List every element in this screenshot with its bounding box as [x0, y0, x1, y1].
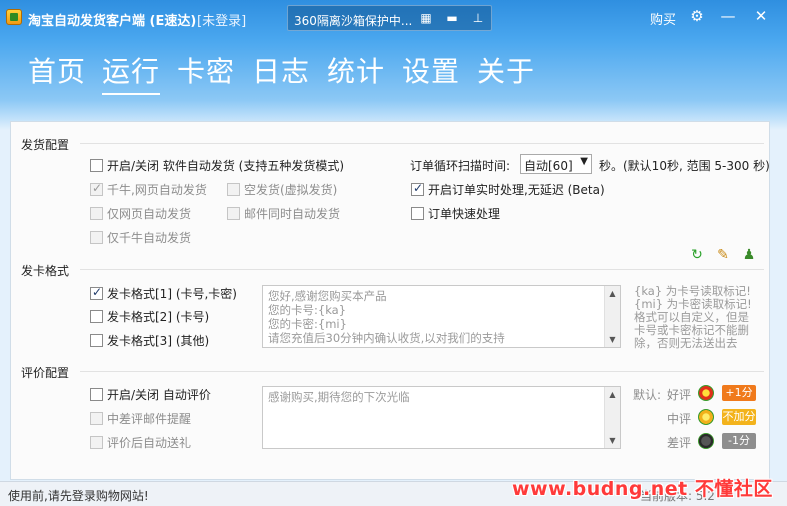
- scroll-up-icon[interactable]: ▲: [605, 286, 620, 301]
- nav-home[interactable]: 首页: [28, 53, 86, 91]
- checkbox[interactable]: [411, 207, 424, 220]
- nav-stats[interactable]: 统计: [327, 53, 385, 91]
- good-badge: +1分: [722, 385, 756, 401]
- gear-icon[interactable]: ⚙: [687, 6, 707, 26]
- nav-log[interactable]: 日志: [252, 53, 310, 91]
- format2-checkbox[interactable]: 发卡格式[2] (卡号): [90, 308, 209, 325]
- title-bar: 淘宝自动发货客户端 (E速达) [未登录] 360隔离沙箱保护中... ▦ ▬ …: [0, 0, 787, 34]
- checkbox[interactable]: [227, 207, 240, 220]
- sandbox-ticker: 360隔离沙箱保护中... ▦ ▬ ⊥: [287, 5, 492, 31]
- section-divider: [80, 371, 764, 372]
- empty-ship-checkbox[interactable]: 空发货(虚拟发货): [227, 181, 337, 198]
- scrollbar[interactable]: ▲ ▼: [604, 286, 620, 347]
- good-flower-icon[interactable]: [698, 385, 714, 401]
- section-divider: [80, 143, 764, 144]
- scroll-down-icon[interactable]: ▼: [605, 332, 620, 347]
- fast-process-checkbox[interactable]: 订单快速处理: [411, 205, 500, 222]
- checkbox[interactable]: [90, 285, 103, 300]
- checkbox[interactable]: [90, 436, 103, 449]
- checkbox[interactable]: [90, 412, 103, 425]
- card-template-textarea[interactable]: 您好,感谢您购买本产品 您的卡号:{ka} 您的卡密:{mi} 请您充值后30分…: [262, 285, 621, 348]
- nav-settings[interactable]: 设置: [402, 53, 460, 91]
- user-icon[interactable]: ♟: [741, 247, 757, 263]
- mid-flower-icon[interactable]: [698, 409, 714, 425]
- watermark: www.budng.net 不懂社区: [512, 478, 773, 500]
- good-label: 好评: [667, 388, 692, 402]
- app-title: 淘宝自动发货客户端 (E速达): [28, 14, 197, 29]
- checkbox[interactable]: [90, 310, 103, 323]
- nav-about[interactable]: 关于: [477, 53, 535, 91]
- mid-label: 中评: [667, 412, 692, 426]
- section-divider: [80, 269, 764, 270]
- checkbox[interactable]: [227, 183, 240, 196]
- shield-icon[interactable]: ▦: [416, 10, 436, 27]
- mid-badge: 不加分: [722, 409, 756, 425]
- checkbox[interactable]: [90, 231, 103, 244]
- checkbox[interactable]: [90, 207, 103, 220]
- auto-delivery-toggle[interactable]: 开启/关闭 软件自动发货 (支持五种发货模式): [90, 157, 344, 174]
- bad-label: 差评: [667, 436, 692, 450]
- scan-interval-hint: 秒。(默认10秒, 范围 5-300 秒): [599, 159, 770, 173]
- delivery-section-title: 发货配置: [21, 138, 70, 152]
- app-logo-icon: [6, 9, 22, 25]
- buy-link[interactable]: 购买: [650, 9, 676, 28]
- scroll-up-icon[interactable]: ▲: [605, 387, 620, 402]
- format3-checkbox[interactable]: 发卡格式[3] (其他): [90, 332, 209, 349]
- ticker-text: 360隔离沙箱保护中...: [294, 14, 413, 28]
- auto-review-checkbox[interactable]: 开启/关闭 自动评价: [90, 386, 211, 403]
- card-format-section-title: 发卡格式: [21, 264, 70, 278]
- edit-icon[interactable]: ✎: [715, 247, 731, 263]
- review-section-title: 评价配置: [21, 366, 70, 380]
- app-window: 淘宝自动发货客户端 (E速达) [未登录] 360隔离沙箱保护中... ▦ ▬ …: [0, 0, 787, 506]
- refresh-icon[interactable]: ↻: [689, 247, 705, 263]
- scan-interval-select[interactable]: 自动[60] ▼: [520, 154, 592, 174]
- minimize-button[interactable]: —: [718, 6, 738, 26]
- scrollbar[interactable]: ▲ ▼: [604, 387, 620, 448]
- web-only-checkbox[interactable]: 仅网页自动发货: [90, 205, 191, 222]
- nav-cards[interactable]: 卡密: [177, 53, 235, 91]
- review-text-textarea[interactable]: 感谢购买,期待您的下次光临 ▲ ▼: [262, 386, 621, 449]
- default-label: 默认:: [633, 388, 662, 402]
- format-hint: {ka} 为卡号读取标记! {mi} 为卡密读取标记! 格式可以自定义，但是 卡…: [634, 284, 752, 350]
- scroll-down-icon[interactable]: ▼: [605, 433, 620, 448]
- negative-email-checkbox[interactable]: 中差评邮件提醒: [90, 410, 191, 427]
- status-text: 使用前,请先登录购物网站!: [8, 489, 149, 503]
- qianniu-web-checkbox[interactable]: 千牛,网页自动发货: [90, 181, 207, 198]
- folder-icon[interactable]: ▬: [442, 10, 462, 27]
- bad-bomb-icon[interactable]: [698, 433, 714, 449]
- realtime-checkbox[interactable]: 开启订单实时处理,无延迟 (Beta): [411, 181, 605, 198]
- checkbox[interactable]: [90, 334, 103, 347]
- checkbox[interactable]: [90, 181, 103, 196]
- chevron-down-icon: ▼: [580, 156, 588, 167]
- close-button[interactable]: ✕: [751, 6, 771, 26]
- bad-badge: -1分: [722, 433, 756, 449]
- scan-interval-label: 订单循环扫描时间:: [410, 159, 511, 173]
- format1-checkbox[interactable]: 发卡格式[1] (卡号,卡密): [90, 285, 237, 302]
- checkbox[interactable]: [90, 388, 103, 401]
- pin-icon[interactable]: ⊥: [468, 10, 488, 27]
- qianniu-only-checkbox[interactable]: 仅千牛自动发货: [90, 229, 191, 246]
- email-sync-checkbox[interactable]: 邮件同时自动发货: [227, 205, 340, 222]
- checkbox[interactable]: [90, 159, 103, 172]
- review-gift-checkbox[interactable]: 评价后自动送礼: [90, 434, 191, 451]
- checkbox[interactable]: [411, 181, 424, 196]
- login-status: [未登录]: [197, 14, 247, 29]
- nav-run[interactable]: 运行: [102, 53, 161, 95]
